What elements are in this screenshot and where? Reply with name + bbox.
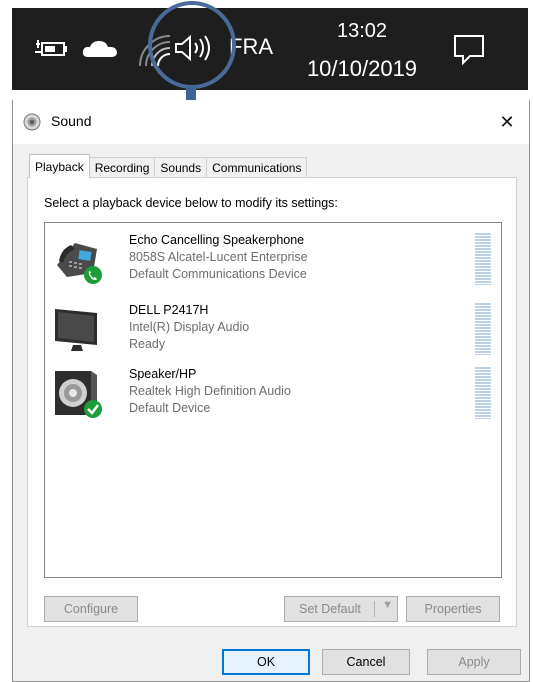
list-item[interactable]: DELL P2417H Intel(R) Display Audio Ready	[45, 293, 501, 357]
volume-meter	[475, 303, 491, 355]
tab-communications[interactable]: Communications	[206, 157, 308, 178]
split-divider	[374, 601, 375, 617]
volume-highlight-circle	[148, 1, 236, 89]
taskbar: FRA 13:02 10/10/2019	[12, 8, 528, 90]
cancel-button[interactable]: Cancel	[322, 649, 410, 675]
speaker-icon	[55, 371, 102, 418]
set-default-label: Set Default	[299, 602, 361, 616]
battery-icon[interactable]	[34, 38, 68, 58]
device-description: 8058S Alcatel-Lucent Enterprise	[129, 250, 308, 264]
chevron-down-icon[interactable]: ▼	[382, 599, 393, 611]
monitor-icon	[55, 309, 97, 351]
configure-button[interactable]: Configure	[44, 596, 138, 622]
sound-dialog: Sound ✕ Playback Recording Sounds Commun…	[12, 100, 530, 682]
clock-date[interactable]: 10/10/2019	[296, 56, 428, 82]
properties-button[interactable]: Properties	[406, 596, 500, 622]
device-name: Echo Cancelling Speakerphone	[129, 233, 305, 247]
volume-meter	[475, 233, 491, 285]
device-status: Default Device	[129, 401, 211, 415]
title-bar[interactable]: Sound ✕	[13, 100, 529, 144]
device-name: Speaker/HP	[129, 367, 197, 381]
tab-strip: Playback Recording Sounds Communications	[29, 154, 308, 178]
clock-time[interactable]: 13:02	[312, 20, 412, 43]
close-icon: ✕	[499, 111, 515, 133]
set-default-button[interactable]: Set Default ▼	[284, 596, 398, 622]
device-name: DELL P2417H	[129, 303, 209, 317]
speaker-icon	[23, 113, 41, 131]
volume-meter	[475, 367, 491, 419]
close-button[interactable]: ✕	[485, 100, 529, 144]
device-description: Realtek High Definition Audio	[129, 384, 291, 398]
playback-panel: Select a playback device below to modify…	[27, 177, 517, 627]
tab-sounds[interactable]: Sounds	[154, 157, 208, 178]
tab-recording[interactable]: Recording	[88, 157, 156, 178]
apply-button[interactable]: Apply	[427, 649, 521, 675]
window-title: Sound	[51, 113, 92, 129]
notification-icon[interactable]	[452, 32, 486, 66]
tab-playback[interactable]: Playback	[29, 154, 90, 178]
device-list[interactable]: Echo Cancelling Speakerphone 8058S Alcat…	[44, 222, 502, 578]
list-item[interactable]: Echo Cancelling Speakerphone 8058S Alcat…	[45, 223, 501, 287]
list-item[interactable]: Speaker/HP Realtek High Definition Audio…	[45, 357, 501, 421]
device-status: Ready	[129, 337, 166, 351]
device-description: Intel(R) Display Audio	[129, 320, 250, 334]
instruction-text: Select a playback device below to modify…	[44, 196, 338, 210]
onedrive-cloud-icon[interactable]	[82, 40, 118, 58]
ok-button[interactable]: OK	[222, 649, 310, 675]
desk-phone-icon	[57, 243, 102, 284]
device-status: Default Communications Device	[129, 267, 307, 281]
